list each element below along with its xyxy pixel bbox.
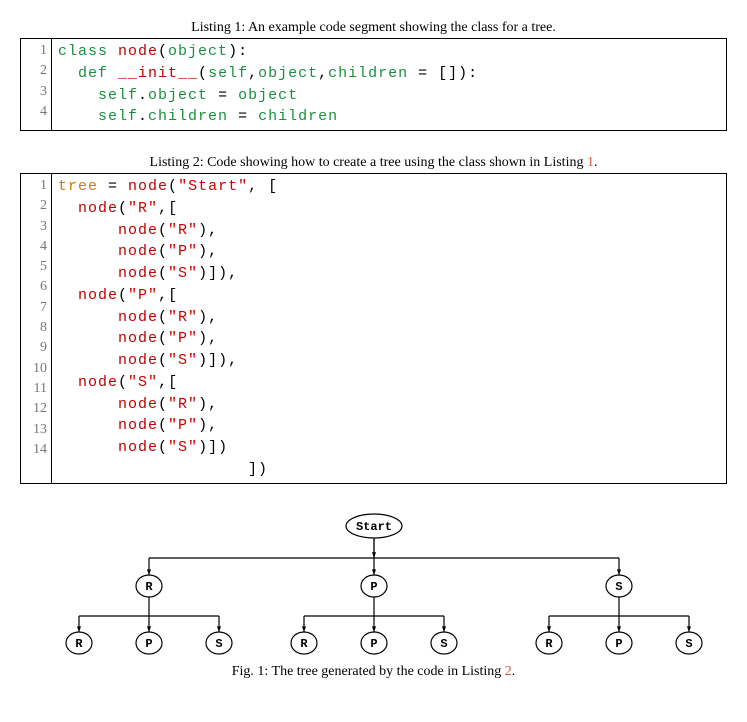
svg-text:R: R (145, 580, 153, 594)
svg-text:P: P (615, 637, 622, 651)
listing2-caption-prefix: Listing 2: Code showing how to create a … (150, 155, 587, 170)
listing2-caption-suffix: . (594, 155, 598, 170)
tree-leaf-3: R (291, 632, 317, 654)
listing1-code: class node(object): def __init__(self,ob… (52, 39, 484, 130)
svg-text:P: P (370, 637, 377, 651)
svg-text:R: R (300, 637, 308, 651)
listing1-caption-text: Listing 1: An example code segment showi… (191, 20, 556, 35)
tree-diagram: Start R P S R P S R P S R P S (24, 508, 724, 658)
listing2-gutter: 1234567891011121314 (21, 174, 52, 483)
svg-text:P: P (145, 637, 152, 651)
figure1-caption: Fig. 1: The tree generated by the code i… (20, 664, 727, 680)
svg-text:R: R (75, 637, 83, 651)
svg-text:S: S (440, 637, 447, 651)
listing1-caption: Listing 1: An example code segment showi… (20, 20, 727, 36)
tree-leaf-1: P (136, 632, 162, 654)
listing2-caption: Listing 2: Code showing how to create a … (20, 155, 727, 171)
tree-leaf-7: P (606, 632, 632, 654)
listing1-codeblock: 1234 class node(object): def __init__(se… (20, 38, 727, 131)
tree-mid-2: S (606, 575, 632, 597)
svg-text:S: S (215, 637, 222, 651)
tree-mid-1: P (361, 575, 387, 597)
figure1-caption-prefix: Fig. 1: The tree generated by the code i… (232, 664, 505, 679)
listing2-codeblock: 1234567891011121314 tree = node("Start",… (20, 173, 727, 484)
svg-text:Start: Start (355, 520, 391, 534)
tree-root: Start (346, 514, 402, 538)
tree-leaf-5: S (431, 632, 457, 654)
svg-text:S: S (685, 637, 692, 651)
listing2-code: tree = node("Start", [ node("R",[ node("… (52, 174, 284, 483)
figure1-caption-suffix: . (512, 664, 516, 679)
tree-leaf-2: S (206, 632, 232, 654)
svg-text:R: R (545, 637, 553, 651)
tree-leaf-0: R (66, 632, 92, 654)
tree-leaf-8: S (676, 632, 702, 654)
svg-text:P: P (370, 580, 377, 594)
tree-mid-0: R (136, 575, 162, 597)
listing1-gutter: 1234 (21, 39, 52, 130)
figure1: Start R P S R P S R P S R P S (20, 508, 727, 658)
figure1-caption-ref[interactable]: 2 (505, 664, 512, 679)
tree-leaf-4: P (361, 632, 387, 654)
svg-text:S: S (615, 580, 622, 594)
tree-leaf-6: R (536, 632, 562, 654)
listing2-caption-ref[interactable]: 1 (587, 155, 594, 170)
